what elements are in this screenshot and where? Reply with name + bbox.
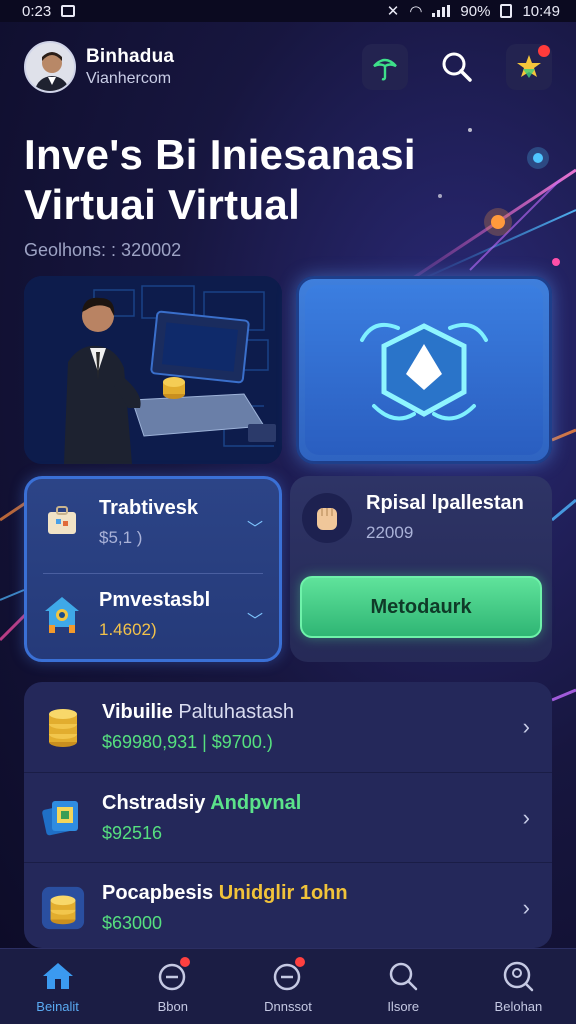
list-item-title: Pocapbesis <box>102 881 214 904</box>
list-item[interactable]: Pocapbesis Unidglir 1ohn $63000 › <box>24 862 552 948</box>
list-item-value: $63000 <box>102 912 163 933</box>
crystal-shield-icon <box>360 323 488 421</box>
list-item-subtitle: Andpvnal <box>210 791 302 814</box>
list-item-value: $69980,931 | $9700.) <box>102 732 273 752</box>
transaction-list: Vibuilie Paltuhastash $69980,931 | $9700… <box>24 682 552 948</box>
investment-row[interactable]: Trabtivesk $5,1 ) ﹀ <box>41 497 269 548</box>
bottom-tab-bar: Beinalit Bbon Dnnssot Ilsore Belohan <box>0 948 576 1024</box>
investment-label: Pmvestasbl <box>99 589 211 611</box>
investor-illustration <box>24 276 282 464</box>
chevron-right-icon: › <box>522 895 530 920</box>
divider <box>43 573 263 574</box>
status-time-right: 10:49 <box>522 2 560 20</box>
list-item[interactable]: Chstradsiy Andpvnal $92516 › <box>24 772 552 862</box>
investment-value: $5,1 ) <box>99 528 143 547</box>
search-icon <box>386 959 420 993</box>
clock-icon <box>156 957 190 993</box>
coin-box-icon <box>40 885 86 931</box>
wifi-icon: ◠ <box>409 3 423 20</box>
tab-profile[interactable]: Belohan <box>461 949 576 1024</box>
avatar[interactable] <box>24 41 76 93</box>
search-button[interactable] <box>434 44 480 90</box>
tab-label: Bbon <box>157 999 188 1014</box>
user-name: Binhadua <box>86 46 175 67</box>
signal-icon <box>432 5 451 17</box>
status-time-left: 0:23 <box>22 2 52 20</box>
house-icon <box>41 593 83 635</box>
method-button[interactable]: Metodaurk <box>300 576 542 638</box>
search-icon <box>442 52 472 82</box>
hero-illustration-card[interactable] <box>24 276 282 464</box>
tab-label: Belohan <box>494 999 543 1014</box>
notification-badge <box>295 957 305 967</box>
chevron-right-icon: › <box>522 805 530 830</box>
battery-icon <box>500 4 513 18</box>
alert-circle-icon <box>271 957 305 993</box>
umbrella-icon <box>373 58 397 81</box>
avatar-image <box>26 43 74 91</box>
briefcase-icon <box>41 501 83 543</box>
list-item-value: $92516 <box>102 822 163 843</box>
investment-card[interactable]: Trabtivesk $5,1 ) ﹀ Pmvestasbl 1.4602) ﹀ <box>24 476 282 662</box>
app-header: Binhadua Vianhercom <box>24 40 552 94</box>
title-line-2: Virtuai Virtual <box>24 181 301 228</box>
chevron-right-icon: › <box>522 714 530 739</box>
user-subtitle: Vianhercom <box>86 70 172 87</box>
feature-card[interactable] <box>296 276 552 464</box>
tab-label: Beinalit <box>36 999 79 1014</box>
investment-value: 1.4602) <box>99 620 157 639</box>
tab-search[interactable]: Ilsore <box>346 949 461 1024</box>
fist-icon <box>302 492 352 543</box>
battery-percent: 90% <box>460 2 491 20</box>
home-icon <box>41 959 75 993</box>
rewards-button[interactable] <box>506 44 552 90</box>
trophy-star-icon <box>517 55 541 78</box>
list-item-title: Chstradsiy <box>102 791 206 814</box>
list-item-subtitle: Unidglir 1ohn <box>218 881 348 904</box>
balance-value: 22009 <box>366 523 414 542</box>
balance-card: Rpisal lpallestan 22009 Metodaurk <box>290 476 552 662</box>
list-item-title: Vibuilie <box>102 701 173 723</box>
tab-home[interactable]: Beinalit <box>0 949 115 1024</box>
notification-dot <box>538 45 550 57</box>
certificate-icon <box>40 795 86 841</box>
screenshot-icon <box>61 5 76 17</box>
mute-icon: ✕ <box>386 3 400 20</box>
title-line-1: Inve's Bi Iniesanasi <box>24 131 416 178</box>
tab-label: Dnnssot <box>264 999 312 1014</box>
chevron-down-icon[interactable]: ﹀ <box>247 515 263 539</box>
umbrella-button[interactable] <box>362 44 408 90</box>
tab-label: Ilsore <box>387 999 420 1014</box>
balance-label: Rpisal lpallestan <box>366 492 524 514</box>
notification-badge <box>179 957 190 967</box>
status-bar: 0:23 ✕ ◠ 90% 10:49 <box>0 0 576 22</box>
tab-bbon[interactable]: Bbon <box>115 949 230 1024</box>
investment-label: Trabtivesk <box>99 497 198 519</box>
page-title: Inve's Bi Iniesanasi Virtuai Virtual <box>24 130 416 230</box>
page-subtitle: Geolhons: : 320002 <box>24 240 182 260</box>
tab-dnnssot[interactable]: Dnnssot <box>230 949 345 1024</box>
user-search-icon <box>501 959 535 993</box>
chevron-down-icon[interactable]: ﹀ <box>247 607 263 631</box>
list-item-subtitle: Paltuhastash <box>178 701 294 723</box>
investment-row[interactable]: Pmvestasbl 1.4602) ﹀ <box>41 589 269 640</box>
coin-stack-icon <box>40 704 86 750</box>
list-item[interactable]: Vibuilie Paltuhastash $69980,931 | $9700… <box>24 682 552 772</box>
